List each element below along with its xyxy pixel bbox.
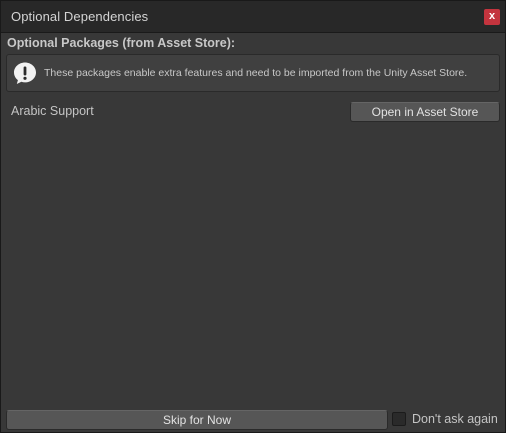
title-bar: Optional Dependencies x <box>1 1 505 33</box>
optional-dependencies-window: Optional Dependencies x Optional Package… <box>0 0 506 433</box>
dont-ask-again-checkbox[interactable] <box>392 412 406 426</box>
package-name-arabic-support: Arabic Support <box>11 104 94 118</box>
help-text: These packages enable extra features and… <box>44 67 468 79</box>
section-header: Optional Packages (from Asset Store): <box>7 36 236 50</box>
info-icon <box>13 61 37 85</box>
window-title: Optional Dependencies <box>11 9 149 24</box>
open-in-asset-store-button[interactable]: Open in Asset Store <box>350 102 500 122</box>
close-icon: x <box>488 10 496 22</box>
skip-for-now-button[interactable]: Skip for Now <box>6 410 388 430</box>
help-box: These packages enable extra features and… <box>6 54 500 92</box>
close-button[interactable]: x <box>484 9 500 25</box>
dont-ask-again-label[interactable]: Don't ask again <box>412 412 498 426</box>
